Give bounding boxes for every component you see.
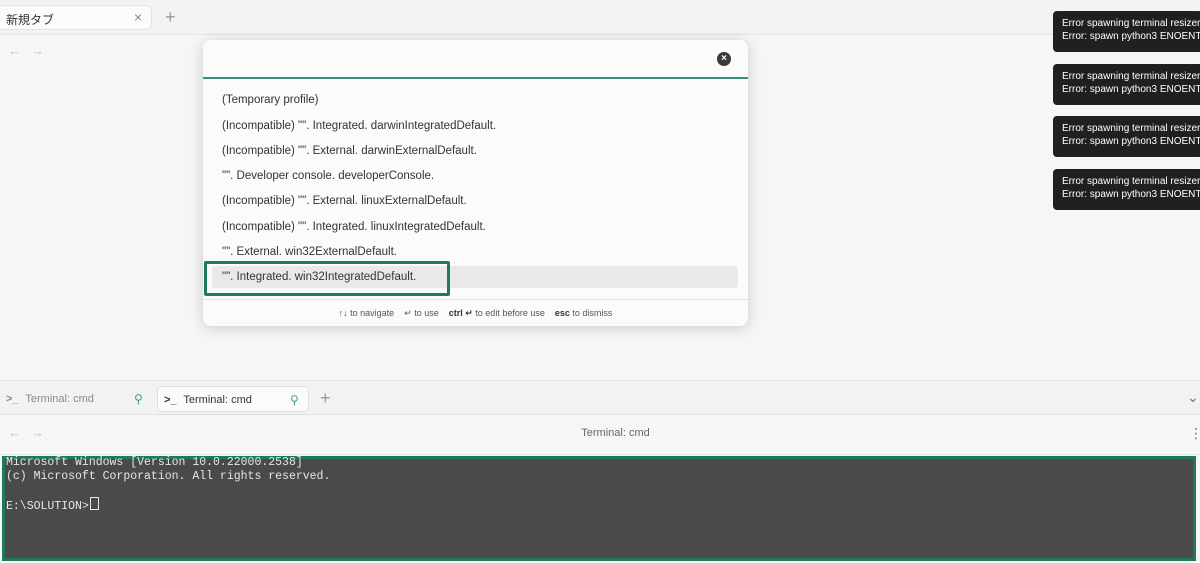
notification-detail: Error: spawn python3 ENOENT (1062, 136, 1200, 147)
notification-title: Error spawning terminal resizer (1062, 176, 1200, 187)
terminal-tab-active[interactable]: >_ Terminal: cmd ⚲ (157, 386, 309, 412)
profile-option[interactable]: "". External. win32ExternalDefault. (222, 241, 722, 263)
selection-highlight-box (204, 261, 450, 296)
chevron-down-icon[interactable]: ⌄ (1187, 389, 1199, 406)
terminal-tab[interactable]: >_ Terminal: cmd ⚲ (6, 386, 152, 412)
modal-divider (203, 299, 748, 300)
footer-edit-text: to edit before use (475, 308, 545, 318)
terminal-prompt-line: E:\SOLUTION> (6, 497, 99, 513)
tab-new[interactable]: 新規タブ × (0, 5, 152, 30)
terminal-line: Microsoft Windows [Version 10.0.22000.25… (6, 456, 303, 469)
tab-label: 新規タブ (6, 13, 55, 27)
terminal-tab-label: Terminal: cmd (183, 394, 252, 406)
terminal-header: ←→ Terminal: cmd ⋮ (0, 415, 1200, 455)
footer-nav-key: ↑↓ (338, 308, 348, 318)
profile-option[interactable]: "". Developer console. developerConsole. (222, 165, 722, 187)
terminal-tab-bar: >_ Terminal: cmd ⚲ >_ Terminal: cmd ⚲ + … (0, 380, 1200, 415)
profile-option[interactable]: (Temporary profile) (222, 89, 722, 111)
pin-icon[interactable]: ⚲ (134, 386, 143, 412)
pin-icon[interactable]: ⚲ (290, 387, 299, 413)
notification-detail: Error: spawn python3 ENOENT (1062, 84, 1200, 95)
notification-title: Error spawning terminal resizer (1062, 123, 1200, 134)
top-tab-bar: 新規タブ × + (0, 0, 1200, 35)
terminal-cursor (89, 497, 99, 510)
error-notification[interactable]: Error spawning terminal resizer Error: s… (1053, 116, 1200, 157)
terminal-tab-label: Terminal: cmd (25, 393, 94, 405)
close-icon[interactable]: × (717, 52, 731, 66)
profile-option[interactable]: (Incompatible) "". External. linuxExtern… (222, 190, 722, 212)
modal-footer: ↑↓ to navigate ↵ to use ctrl ↵ to edit b… (203, 304, 748, 322)
plus-icon[interactable]: + (320, 389, 331, 407)
footer-dismiss-key: esc (554, 308, 570, 318)
terminal-prompt-icon: >_ (164, 394, 177, 406)
top-nav: ←→ (8, 43, 54, 58)
input-underline (203, 77, 748, 79)
footer-use-text: to use (414, 308, 439, 318)
error-notification[interactable]: Error spawning terminal resizer Error: s… (1053, 64, 1200, 105)
footer-edit-key: ctrl ↵ (448, 308, 473, 318)
profile-option[interactable]: (Incompatible) "". Integrated. darwinInt… (222, 115, 722, 137)
footer-nav-text: to navigate (350, 308, 395, 318)
footer-use-key: ↵ (404, 308, 412, 318)
more-menu-icon[interactable]: ⋮ (1189, 425, 1200, 442)
profile-search-input[interactable] (203, 40, 748, 77)
notification-detail: Error: spawn python3 ENOENT (1062, 31, 1200, 42)
profile-picker-modal: × (Temporary profile) (Incompatible) "".… (203, 40, 748, 326)
terminal-output[interactable]: Microsoft Windows [Version 10.0.22000.25… (2, 456, 1196, 561)
forward-arrow-icon[interactable]: → (31, 43, 54, 58)
footer-dismiss-text: to dismiss (572, 308, 613, 318)
terminal-prompt: E:\SOLUTION> (6, 500, 89, 513)
profile-option[interactable]: (Incompatible) "". Integrated. linuxInte… (222, 216, 722, 238)
plus-icon[interactable]: + (165, 8, 176, 26)
terminal-prompt-icon: >_ (6, 393, 19, 405)
error-notification[interactable]: Error spawning terminal resizer Error: s… (1053, 169, 1200, 210)
back-arrow-icon[interactable]: ← (8, 43, 31, 58)
error-notification[interactable]: Error spawning terminal resizer Error: s… (1053, 11, 1200, 52)
notification-detail: Error: spawn python3 ENOENT (1062, 189, 1200, 200)
terminal-title: Terminal: cmd (581, 427, 650, 439)
notification-title: Error spawning terminal resizer (1062, 71, 1200, 82)
notification-title: Error spawning terminal resizer (1062, 18, 1200, 29)
terminal-line: (c) Microsoft Corporation. All rights re… (6, 470, 331, 483)
profile-option[interactable]: (Incompatible) "". External. darwinExter… (222, 140, 722, 162)
close-icon[interactable]: × (134, 9, 142, 25)
